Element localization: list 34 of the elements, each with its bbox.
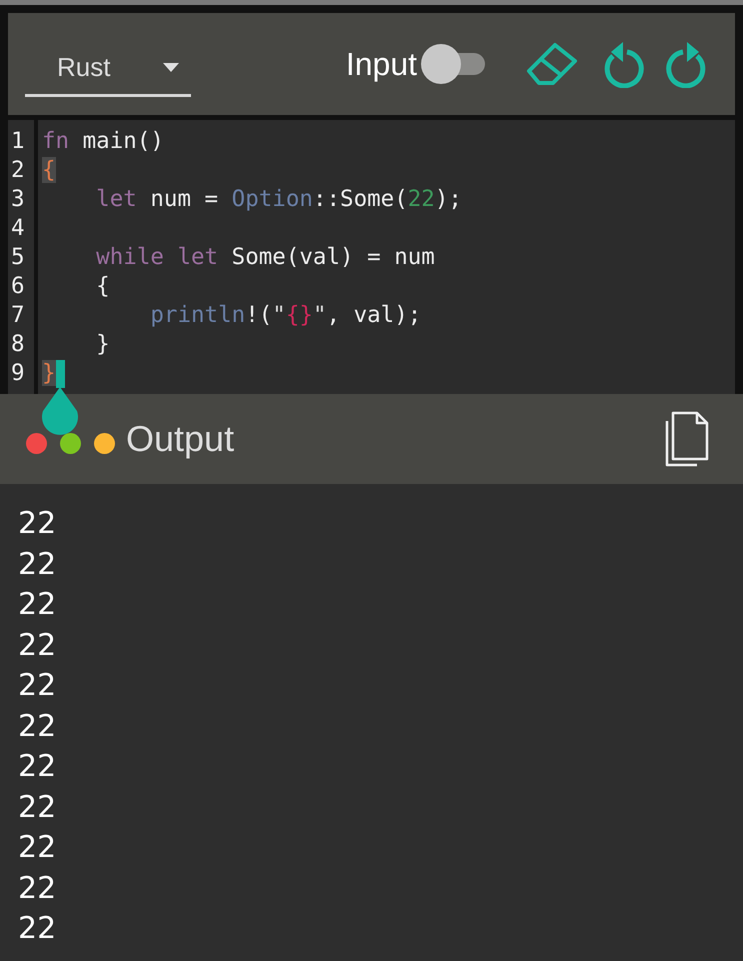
output-line: 22 [17, 910, 58, 948]
caret-icon [163, 63, 179, 72]
line-number: 1 [10, 127, 26, 156]
output-line: 22 [17, 748, 58, 786]
line-number: 8 [10, 330, 26, 359]
eraser-icon[interactable] [525, 41, 579, 87]
code-line: fn main() [42, 127, 164, 156]
line-number: 3 [10, 185, 26, 214]
output-line: 22 [17, 546, 58, 584]
output-line: 22 [17, 586, 58, 624]
output-line: 22 [17, 505, 58, 543]
language-dropdown[interactable]: Rust [25, 47, 191, 97]
line-number: 6 [10, 272, 26, 301]
output-line: 22 [17, 870, 58, 908]
line-number: 2 [10, 156, 26, 185]
input-toggle[interactable] [421, 44, 485, 84]
code-editor[interactable]: 1 2 3 4 5 6 7 8 9 fn main() { let num = Option::Some(22); while let Some(val) = num { println!("{}", val); } } [8, 120, 735, 394]
code-line: { [95, 272, 110, 301]
output-line: 22 [17, 708, 58, 746]
code-line: let num = Option::Some(22); [95, 185, 462, 214]
code-line: } [95, 330, 110, 359]
line-number: 5 [10, 243, 26, 272]
code-line: while let Some(val) = num [95, 243, 435, 272]
line-number: 9 [10, 359, 26, 388]
output-line: 22 [17, 829, 58, 867]
output-line: 22 [17, 788, 58, 826]
output-line: 22 [17, 626, 58, 664]
input-label: Input [346, 46, 417, 82]
line-number: 4 [10, 214, 26, 243]
code-line: println!("{}", val); [149, 301, 422, 330]
output-line: 22 [17, 667, 58, 705]
cursor-handle-icon[interactable] [39, 387, 81, 437]
line-number: 7 [10, 301, 26, 330]
output-title: Output [126, 418, 234, 460]
